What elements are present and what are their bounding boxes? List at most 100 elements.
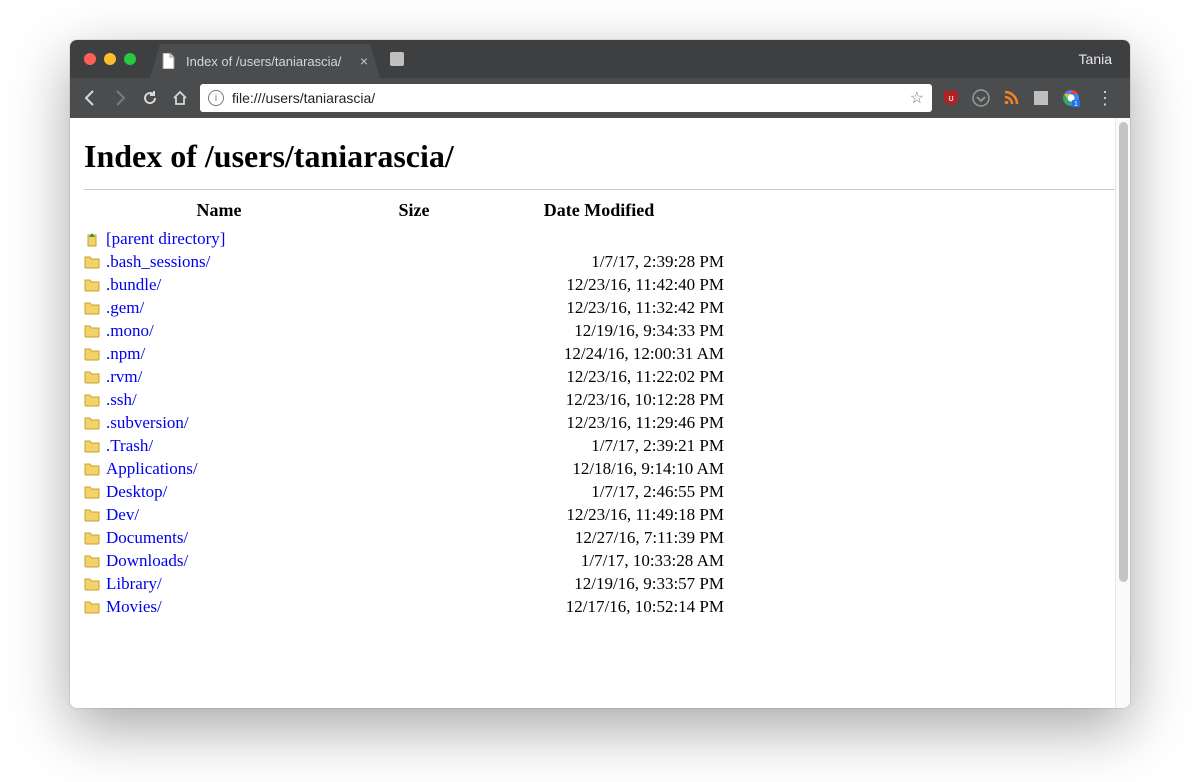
svg-text:1: 1 [1074,101,1078,107]
table-row: Desktop/1/7/17, 2:46:55 PM [84,480,724,503]
toolbar: i file:///users/taniarascia/ ☆ ʊ 1 ⋮ [70,78,1130,118]
entry-date: 12/23/16, 11:49:18 PM [474,503,724,526]
entry-link[interactable]: .rvm/ [106,367,142,386]
scrollbar-thumb[interactable] [1119,122,1128,582]
table-row: Dev/12/23/16, 11:49:18 PM [84,503,724,526]
entry-size [354,572,474,595]
entry-link[interactable]: .mono/ [106,321,154,340]
table-row: .npm/12/24/16, 12:00:31 AM [84,342,724,365]
entry-size [354,526,474,549]
table-row: .subversion/12/23/16, 11:29:46 PM [84,411,724,434]
entry-link[interactable]: .bundle/ [106,275,161,294]
extension-icons: ʊ 1 [942,89,1080,107]
folder-icon [84,250,106,273]
table-row: .ssh/12/23/16, 10:12:28 PM [84,388,724,411]
entry-size [354,273,474,296]
table-row: .bundle/12/23/16, 11:42:40 PM [84,273,724,296]
ublock-icon[interactable]: ʊ [942,89,960,107]
home-button[interactable] [170,89,190,107]
entry-link[interactable]: Documents/ [106,528,188,547]
entry-name-cell: Downloads/ [106,549,354,572]
new-tab-button[interactable] [380,40,414,78]
tab-close-button[interactable]: × [360,53,368,69]
browser-tab[interactable]: Index of /users/taniarascia/ × [150,44,380,78]
pocket-icon[interactable] [972,89,990,107]
entry-date: 1/7/17, 10:33:28 AM [474,549,724,572]
omnibox[interactable]: i file:///users/taniarascia/ ☆ [200,84,932,112]
parent-directory-link[interactable]: [parent directory] [106,229,225,248]
maximize-window-button[interactable] [124,53,136,65]
extension-icon[interactable] [1032,89,1050,107]
up-icon [84,227,106,250]
titlebar: Index of /users/taniarascia/ × Tania [70,40,1130,78]
browser-window: Index of /users/taniarascia/ × Tania i f… [70,40,1130,708]
parent-date [474,227,724,250]
table-header-row: Name Size Date Modified [84,196,724,227]
page-content: Index of /users/taniarascia/ Name Size D… [70,118,1130,628]
forward-button[interactable] [110,89,130,107]
entry-link[interactable]: .ssh/ [106,390,137,409]
entry-size [354,296,474,319]
back-button[interactable] [80,89,100,107]
entry-link[interactable]: .npm/ [106,344,145,363]
entry-name-cell: Desktop/ [106,480,354,503]
table-row: .rvm/12/23/16, 11:22:02 PM [84,365,724,388]
entry-date: 1/7/17, 2:39:21 PM [474,434,724,457]
entry-link[interactable]: Desktop/ [106,482,167,501]
entry-link[interactable]: .bash_sessions/ [106,252,210,271]
entry-link[interactable]: Library/ [106,574,162,593]
close-window-button[interactable] [84,53,96,65]
entry-date: 12/27/16, 7:11:39 PM [474,526,724,549]
profile-name[interactable]: Tania [1061,40,1130,78]
entry-link[interactable]: Downloads/ [106,551,188,570]
folder-icon [84,342,106,365]
folder-icon [84,595,106,618]
entry-link[interactable]: Applications/ [106,459,198,478]
file-icon [162,53,176,69]
entry-size [354,549,474,572]
folder-icon [84,365,106,388]
entry-size [354,388,474,411]
entry-link[interactable]: .subversion/ [106,413,189,432]
entry-name-cell: .mono/ [106,319,354,342]
entry-date: 1/7/17, 2:39:28 PM [474,250,724,273]
entry-link[interactable]: .Trash/ [106,436,153,455]
folder-icon [84,411,106,434]
minimize-window-button[interactable] [104,53,116,65]
viewport: Index of /users/taniarascia/ Name Size D… [70,118,1130,708]
entry-link[interactable]: Movies/ [106,597,162,616]
entry-name-cell: .rvm/ [106,365,354,388]
folder-icon [84,480,106,503]
entry-name-cell: Documents/ [106,526,354,549]
bookmark-star-icon[interactable]: ☆ [910,88,924,108]
reload-button[interactable] [140,89,160,107]
entry-date: 12/17/16, 10:52:14 PM [474,595,724,618]
chrome-profile-icon[interactable]: 1 [1062,89,1080,107]
folder-icon [84,572,106,595]
entry-name-cell: .bash_sessions/ [106,250,354,273]
site-info-icon[interactable]: i [208,90,224,106]
entry-date: 12/19/16, 9:33:57 PM [474,572,724,595]
entry-date: 12/23/16, 11:22:02 PM [474,365,724,388]
folder-icon [84,457,106,480]
entry-date: 12/23/16, 10:12:28 PM [474,388,724,411]
column-header-date: Date Modified [474,196,724,227]
entry-date: 12/24/16, 12:00:31 AM [474,342,724,365]
folder-icon [84,388,106,411]
entry-name-cell: .npm/ [106,342,354,365]
page-title: Index of /users/taniarascia/ [84,138,1116,175]
parent-size [354,227,474,250]
rss-icon[interactable] [1002,89,1020,107]
entry-date: 1/7/17, 2:46:55 PM [474,480,724,503]
entry-link[interactable]: .gem/ [106,298,144,317]
folder-icon [84,526,106,549]
directory-table: Name Size Date Modified [parent director… [84,196,724,618]
table-row: Applications/12/18/16, 9:14:10 AM [84,457,724,480]
entry-name-cell: .bundle/ [106,273,354,296]
entry-link[interactable]: Dev/ [106,505,139,524]
tab-title: Index of /users/taniarascia/ [186,54,350,69]
entry-name-cell: Library/ [106,572,354,595]
folder-icon [84,319,106,342]
scrollbar-track[interactable] [1115,118,1130,708]
menu-button[interactable]: ⋮ [1090,88,1120,109]
